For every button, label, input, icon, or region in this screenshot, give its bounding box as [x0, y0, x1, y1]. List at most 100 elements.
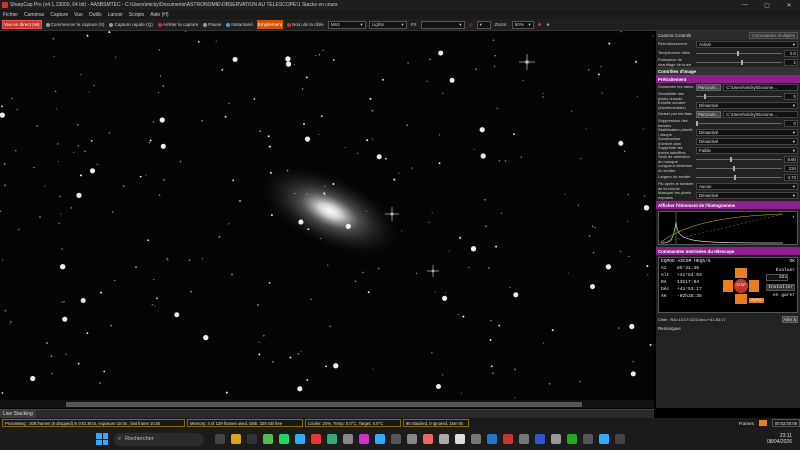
histogram-section[interactable]: Afficher l'étirement de l'histogramme: [656, 201, 800, 209]
taskbar-app-icon[interactable]: [599, 434, 609, 444]
taskbar-app-icon[interactable]: [551, 434, 561, 444]
taskbar-app-icon[interactable]: [503, 434, 513, 444]
close-button[interactable]: ✕: [778, 2, 800, 9]
taskbar-app-icon[interactable]: [487, 434, 497, 444]
east-arrow-icon[interactable]: [749, 280, 759, 292]
multi-controls-toggle[interactable]: Commandes multiples: [748, 32, 798, 39]
west-arrow-icon[interactable]: [723, 280, 733, 292]
clock[interactable]: 23:11 08/04/2026: [767, 433, 792, 445]
taskbar-app-icon[interactable]: [535, 434, 545, 444]
goto-button[interactable]: Aller à: [781, 316, 798, 323]
taskbar-app-icon[interactable]: [615, 434, 625, 444]
preprocess-control-select[interactable]: Désactivé ▾: [696, 129, 798, 136]
preprocess-control-value[interactable]: 8.60: [784, 156, 798, 163]
zoom-select[interactable]: 50% ▾: [511, 20, 534, 29]
reticle-icon[interactable]: ◎: [468, 20, 474, 29]
taskbar-app-icon[interactable]: [215, 434, 225, 444]
taskbar-app-icon[interactable]: [583, 434, 593, 444]
preprocess-control-select[interactable]: Désactivé ▾: [696, 192, 798, 199]
camera-control-value[interactable]: 0.0: [784, 50, 798, 57]
slider-knob[interactable]: [732, 166, 735, 171]
taskbar-app-icon[interactable]: [295, 434, 305, 444]
taskbar-app-icon[interactable]: [391, 434, 401, 444]
taskbar-app-icon[interactable]: [279, 434, 289, 444]
preprocess-control-slider[interactable]: [696, 156, 782, 163]
menu-vue[interactable]: Vue: [74, 12, 83, 18]
slider-knob[interactable]: [734, 175, 737, 180]
menu-capture[interactable]: Capture: [50, 12, 68, 18]
taskbar-app-icon[interactable]: [231, 434, 241, 444]
menu-lancer[interactable]: Lancer: [108, 12, 123, 18]
preprocess-control-select[interactable]: Désactivé ▾: [696, 138, 798, 145]
slider-knob[interactable]: [736, 51, 739, 56]
menu-outils[interactable]: Outils: [89, 12, 102, 18]
image-viewer[interactable]: [0, 31, 654, 409]
taskbar-app-icon[interactable]: [439, 434, 449, 444]
preprocess-control-value[interactable]: 234: [784, 165, 798, 172]
stacking-button[interactable]: Empilement: [256, 20, 284, 29]
preprocess-control-path[interactable]: C:\Users\micky\Docume...: [723, 84, 798, 91]
preprocess-control-select[interactable]: Aucun ▾: [696, 183, 798, 190]
taskbar-app-icon[interactable]: [455, 434, 465, 444]
image-controls-section[interactable]: Contrôles d'image: [656, 67, 800, 75]
taskbar-app-icon[interactable]: [359, 434, 369, 444]
slider-knob[interactable]: [730, 157, 733, 162]
sync-button[interactable]: Sync: [749, 298, 765, 303]
maximize-button[interactable]: ▢: [756, 2, 778, 9]
pause-button[interactable]: Pause: [202, 20, 222, 29]
quick-capture-button[interactable]: Capture rapide (Q): [108, 20, 153, 29]
taskbar-app-icon[interactable]: [407, 434, 417, 444]
slider-knob[interactable]: [696, 121, 698, 126]
target-name-input[interactable]: M63 ▾: [327, 20, 366, 29]
slider-knob[interactable]: [704, 94, 707, 99]
taskbar-app-icon[interactable]: [567, 434, 577, 444]
color-icon[interactable]: ■: [545, 20, 550, 29]
preprocess-control-value[interactable]: 4.73: [784, 174, 798, 181]
preprocess-control-value[interactable]: 5: [784, 93, 798, 100]
live-stacking-tab[interactable]: Live Stacking: [0, 410, 36, 418]
snapshot-button[interactable]: Instantané: [225, 20, 253, 29]
preprocess-control-slider[interactable]: [696, 165, 782, 172]
preprocess-control-slider[interactable]: [696, 120, 782, 127]
histogram-chart[interactable]: ◐: [658, 211, 798, 245]
stop-capture-button[interactable]: Arrêter la capture: [157, 20, 200, 29]
preprocess-control-slider[interactable]: [696, 174, 782, 181]
histogram-tools-icon[interactable]: ◐: [792, 214, 795, 219]
rate-select[interactable]: 32x: [766, 274, 789, 281]
camera-control-slider[interactable]: [696, 50, 782, 57]
preprocessing-section[interactable]: Prétraitement: [656, 75, 800, 83]
live-view-button[interactable]: Vue en direct (W): [2, 20, 42, 29]
preprocess-control-select[interactable]: Faible ▾: [696, 147, 798, 154]
park-label[interactable]: en garer: [766, 293, 795, 298]
taskbar-app-icon[interactable]: [263, 434, 273, 444]
minimize-button[interactable]: —: [734, 2, 756, 8]
frame-type-select[interactable]: Lights ▾: [368, 20, 407, 29]
taskbar-search[interactable]: ⌕ Rechercher: [114, 432, 204, 446]
menu-aide[interactable]: Aide (H): [150, 12, 168, 18]
preprocess-control-value[interactable]: 0: [784, 120, 798, 127]
fx-select[interactable]: ▾: [420, 20, 465, 29]
menu-fichier[interactable]: Fichier: [3, 12, 18, 18]
preprocess-control-path[interactable]: C:\Users\micky\Docume...: [723, 111, 798, 118]
taskbar-app-icon[interactable]: [375, 434, 385, 444]
horizontal-scroll-thumb[interactable]: [66, 402, 582, 407]
camera-control-value[interactable]: 2: [784, 59, 798, 66]
slider-knob[interactable]: [740, 60, 743, 65]
start-capture-button[interactable]: Commencer la capture (S): [45, 20, 106, 29]
menu-scripts[interactable]: Scripts: [129, 12, 144, 18]
install-button[interactable]: Installer: [766, 284, 795, 291]
camera-control-slider[interactable]: [696, 59, 782, 66]
taskbar-app-icon[interactable]: [327, 434, 337, 444]
windows-start-icon[interactable]: [96, 433, 108, 445]
preprocess-control-select[interactable]: Désactivé ▾: [696, 102, 798, 109]
taskbar-app-icon[interactable]: [519, 434, 529, 444]
taskbar-app-icon[interactable]: [423, 434, 433, 444]
south-arrow-icon[interactable]: [735, 294, 747, 304]
north-arrow-icon[interactable]: [735, 268, 747, 278]
taskbar-app-icon[interactable]: [311, 434, 321, 444]
stop-button[interactable]: STOP: [734, 279, 748, 293]
mount-section[interactable]: Commandes motrisées du télescope: [656, 247, 800, 255]
browse-button[interactable]: Parcourir...: [696, 111, 722, 118]
reticle-select[interactable]: ▾: [476, 20, 491, 29]
crosshair-icon[interactable]: ✥: [537, 20, 543, 29]
